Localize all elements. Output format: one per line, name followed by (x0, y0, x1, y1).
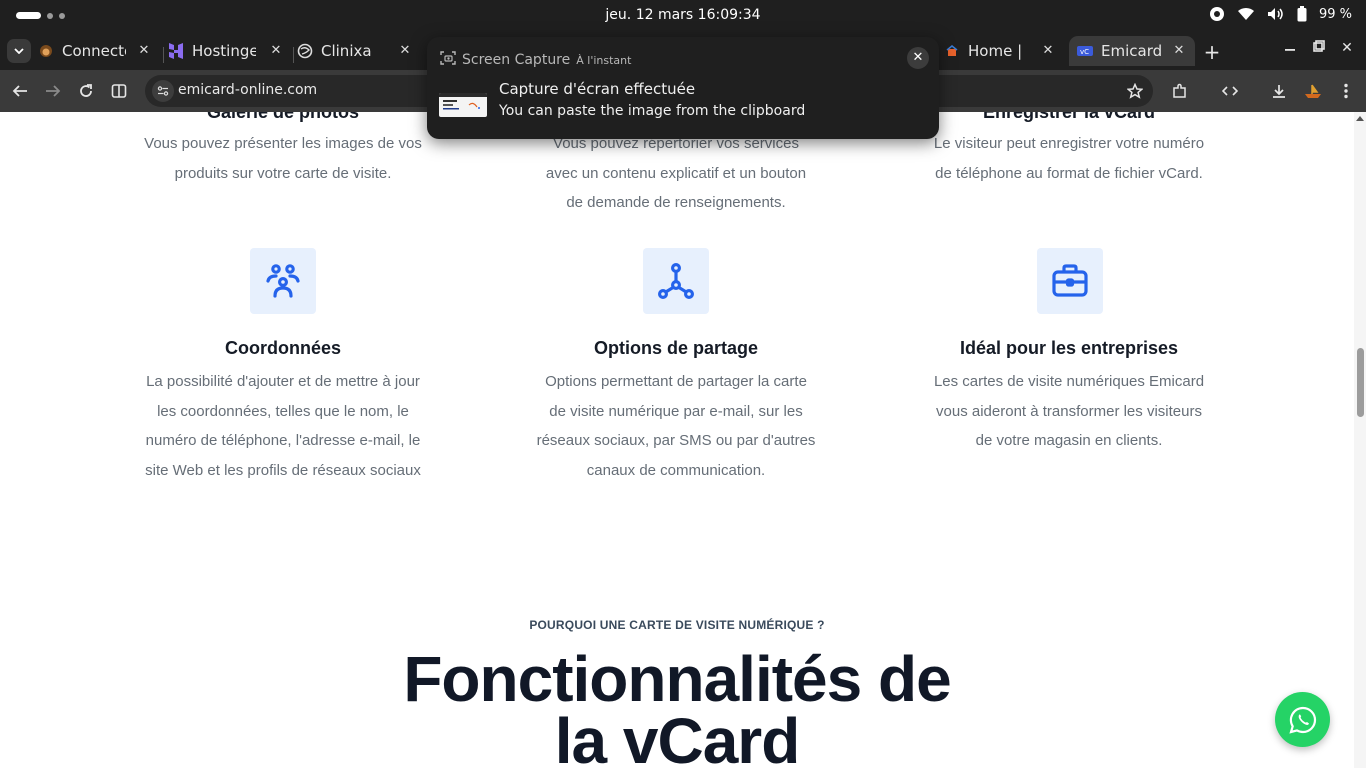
tab-title: Home | F (968, 42, 1026, 60)
download-icon[interactable] (1267, 79, 1291, 103)
feature-title-sharing: Options de partage (593, 338, 759, 358)
devtools-code-icon[interactable] (1218, 79, 1242, 103)
split-view-icon[interactable] (107, 79, 131, 103)
close-tab-icon[interactable]: ✕ (1040, 43, 1056, 59)
notification-app-name: Screen Capture (462, 52, 571, 68)
share-nodes-icon (643, 248, 709, 314)
bookmark-star-icon[interactable] (1123, 79, 1147, 103)
section-eyebrow: POURQUOI UNE CARTE DE VISITE NUMÉRIQUE ? (529, 618, 825, 632)
description-line: canaux de communication. (586, 461, 766, 479)
whatsapp-chat-button[interactable] (1275, 692, 1330, 747)
notification-close-button[interactable]: ✕ (907, 47, 929, 69)
description-line: réseaux sociaux, par SMS ou par d'autres (536, 432, 816, 450)
reload-icon[interactable] (74, 79, 98, 103)
whatsapp-icon (1288, 706, 1316, 734)
globe-favicon-icon (297, 43, 313, 59)
tab-divider (293, 47, 294, 63)
forward-arrow-icon[interactable] (41, 79, 65, 103)
description-line: Options permettant de partager la carte (545, 373, 807, 390)
description-line: produits sur votre carte de visite. (174, 164, 392, 182)
feature-title-photo-gallery: Galerie de photos (206, 112, 360, 122)
tab-emicard[interactable]: vC Emicard ✕ (1069, 36, 1195, 66)
tab-clinixa[interactable]: Clinixa ✕ (297, 36, 421, 66)
scrollbar-thumb[interactable] (1357, 348, 1364, 417)
monkey-favicon-icon (38, 43, 54, 59)
description-line: Vous pouvez présenter les images de vos (144, 135, 422, 152)
system-status-bar: jeu. 12 mars 16:09:34 99 % (0, 0, 1366, 32)
notification-body: You can paste the image from the clipboa… (499, 103, 806, 119)
wifi-icon (1237, 7, 1255, 21)
tab-title: Emicard (1101, 42, 1163, 60)
feature-description: Le visiteur peut enregistrer votre numér… (919, 129, 1219, 188)
minimize-window-icon[interactable] (1280, 40, 1300, 56)
close-window-icon[interactable]: ✕ (1337, 40, 1357, 56)
description-line: numéro de téléphone, l'adresse e-mail, l… (145, 432, 421, 450)
web-page-content: Galerie de photos Enregistrer la vCard V… (0, 112, 1354, 768)
section-heading: Fonctionnalités de la vCard (0, 643, 1354, 768)
battery-icon (1297, 6, 1307, 22)
heading-line: Fonctionnalités de (403, 643, 951, 715)
notification-time: À l'instant (576, 53, 632, 67)
notification-header: Screen Capture À l'instant (440, 50, 631, 70)
battery-percentage: 99 % (1318, 6, 1352, 22)
tab-title: Hostinger (192, 42, 256, 60)
tab-connecte[interactable]: Connecte ✕ (38, 36, 160, 66)
chevron-down-icon (14, 48, 24, 54)
description-line: vous aideront à transformer les visiteur… (936, 402, 1202, 420)
description-line: de demande de renseignements. (566, 194, 786, 212)
url-text: emicard-online.com (178, 82, 318, 98)
feature-description: Vous pouvez présenter les images de vos … (133, 129, 433, 188)
tab-home[interactable]: Home | F ✕ (944, 36, 1064, 66)
description-line: Les cartes de visite numériques Emicard (933, 373, 1205, 390)
feature-title-business: Idéal pour les entreprises (959, 338, 1179, 358)
description-line: de téléphone au format de fichier vCard. (935, 164, 1203, 182)
home-favicon-icon (944, 43, 960, 59)
close-tab-icon[interactable]: ✕ (268, 43, 284, 59)
new-tab-plus-icon[interactable]: + (1202, 40, 1222, 64)
system-tray[interactable]: 99 % (1209, 6, 1352, 22)
screen-capture-notification[interactable]: Screen Capture À l'instant ✕ Capture d'é… (427, 37, 939, 139)
description-line: La possibilité d'ajouter et de mettre à … (146, 373, 420, 390)
briefcase-icon (1037, 248, 1103, 314)
extension-ship-icon[interactable] (1301, 79, 1325, 103)
svg-text:vC: vC (1080, 48, 1089, 56)
contacts-group-icon (250, 248, 316, 314)
feature-title-save-vcard: Enregistrer la vCard (982, 112, 1156, 122)
feature-title-contacts: Coordonnées (224, 338, 341, 358)
description-line: site Web et les profils de réseaux socia… (145, 461, 421, 479)
notification-title: Capture d'écran effectuée (499, 80, 696, 98)
description-line: avec un contenu explicatif et un bouton (545, 164, 807, 182)
description-line: de votre magasin en clients. (975, 432, 1163, 450)
scroll-up-arrow-icon[interactable] (1356, 116, 1364, 121)
feature-description: Options permettant de partager la carte … (526, 367, 826, 485)
emicard-favicon-icon: vC (1077, 43, 1093, 59)
tab-title: Clinixa (321, 42, 372, 60)
volume-icon (1267, 7, 1285, 21)
site-settings-icon[interactable] (152, 80, 174, 102)
feature-description: Vous pouvez répertorier vos services ave… (526, 129, 826, 218)
feature-description: La possibilité d'ajouter et de mettre à … (133, 367, 433, 485)
tab-search-button[interactable] (7, 39, 31, 63)
description-line: les coordonnées, telles que le nom, le (157, 402, 409, 420)
close-tab-icon[interactable]: ✕ (397, 43, 413, 59)
page-scrollbar[interactable] (1354, 112, 1366, 768)
settings-gear-icon[interactable] (1209, 6, 1225, 22)
screen-capture-icon (440, 50, 456, 70)
description-line: de visite numérique par e-mail, sur les (549, 402, 803, 420)
back-arrow-icon[interactable] (8, 79, 32, 103)
description-line: Le visiteur peut enregistrer votre numér… (933, 135, 1205, 152)
heading-line: la vCard (554, 705, 801, 768)
maximize-window-icon[interactable] (1309, 40, 1329, 56)
tab-title: Connecte (62, 42, 126, 60)
tab-hostinger[interactable]: Hostinger ✕ (168, 36, 292, 66)
feature-description: Les cartes de visite numériques Emicard … (919, 367, 1219, 456)
close-tab-icon[interactable]: ✕ (1171, 43, 1187, 59)
tab-divider (163, 47, 164, 63)
close-tab-icon[interactable]: ✕ (136, 43, 152, 59)
system-clock[interactable]: jeu. 12 mars 16:09:34 (0, 7, 1366, 23)
extensions-puzzle-icon[interactable] (1168, 79, 1192, 103)
hostinger-favicon-icon (168, 43, 184, 59)
screenshot-thumbnail[interactable] (439, 93, 487, 117)
more-menu-icon[interactable] (1334, 79, 1358, 103)
